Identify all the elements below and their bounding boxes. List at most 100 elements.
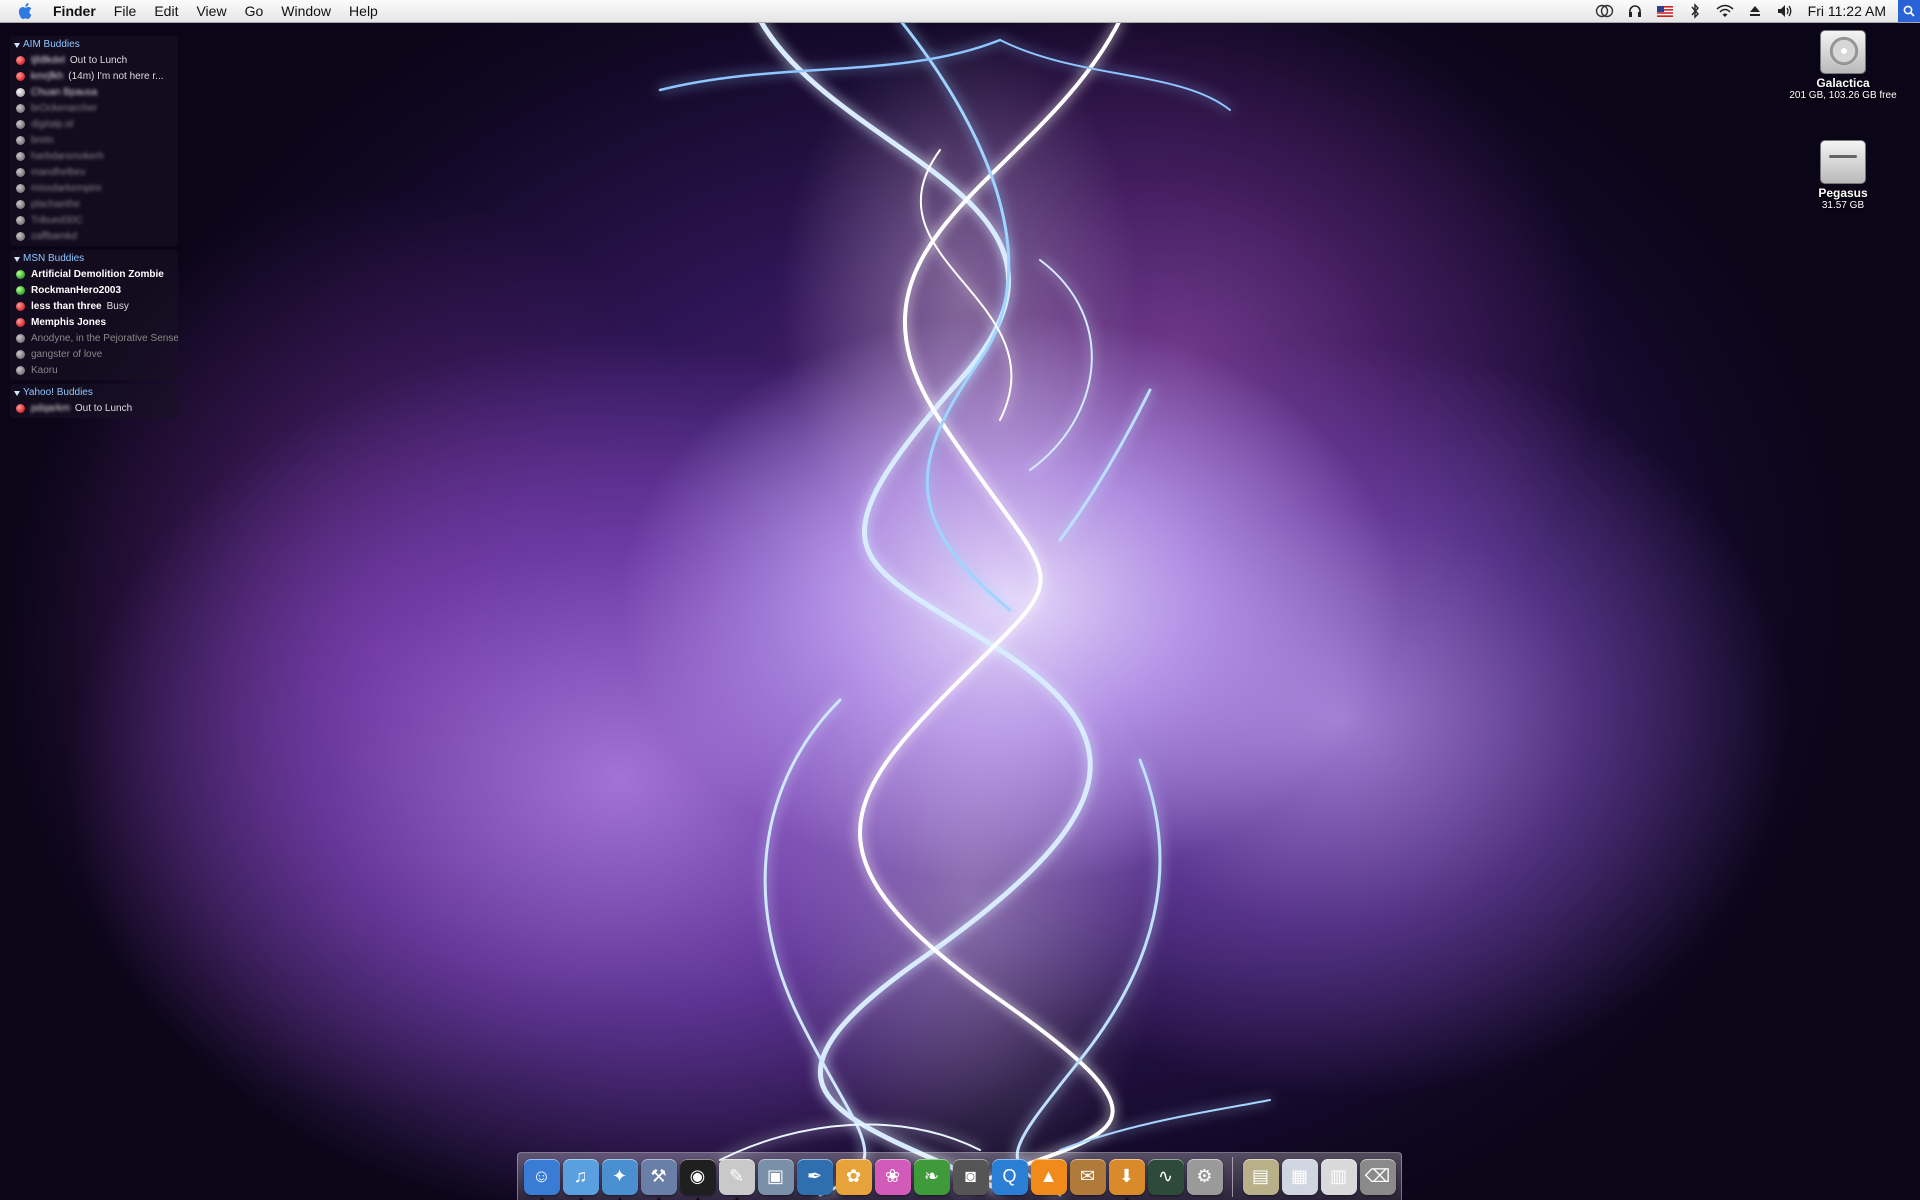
wifi-icon[interactable]	[1710, 0, 1740, 22]
hard-drive-icon[interactable]	[1820, 140, 1866, 184]
drive-name: Galactica	[1816, 76, 1870, 90]
disclosure-triangle-icon[interactable]	[14, 390, 20, 396]
status-dot-icon	[16, 135, 25, 145]
group-name: MSN Buddies	[23, 253, 85, 264]
hard-drive-icon[interactable]	[1820, 30, 1866, 74]
headphones-icon[interactable]	[1620, 0, 1650, 22]
safari-icon[interactable]: ✦	[601, 1158, 638, 1200]
trash-icon[interactable]: ⌫	[1359, 1158, 1396, 1195]
buddy-name: mandhelbev	[31, 166, 86, 178]
buddy-row[interactable]: mandhelbev	[10, 164, 178, 180]
itunes-icon[interactable]: ♫	[562, 1158, 599, 1200]
leaf-icon[interactable]: ❧	[913, 1158, 950, 1195]
status-dot-icon	[16, 183, 25, 193]
vlc-icon[interactable]: ▲	[1030, 1158, 1067, 1195]
menu-app-name[interactable]: Finder	[44, 0, 105, 22]
menu-edit[interactable]: Edit	[145, 0, 187, 22]
disclosure-triangle-icon[interactable]	[14, 42, 20, 48]
status-dot-icon	[16, 199, 25, 209]
textedit-icon[interactable]: ✎	[718, 1158, 755, 1200]
buddy-status-message: Out to Lunch	[69, 54, 128, 66]
buddy-row[interactable]: gangster of love	[10, 346, 178, 362]
buddy-row[interactable]: Memphis Jones	[10, 314, 178, 330]
status-dot-icon	[16, 103, 25, 113]
activity-monitor-icon[interactable]: ∿	[1147, 1158, 1184, 1195]
buddy-row[interactable]: tjfdlkdel Out to Lunch	[10, 52, 178, 68]
drive-pegasus[interactable]: Pegasus 31.57 GB	[1778, 140, 1908, 211]
buddy-row[interactable]: bretn	[10, 132, 178, 148]
buddy-group: AIM Buddies tjfdlkdel Out to Lunch kmrjfkh (…	[10, 36, 178, 246]
adium-icon[interactable]: ◉	[679, 1158, 716, 1200]
quill-icon[interactable]: ✒	[796, 1158, 833, 1195]
buddy-group: Yahoo! Buddies pdqarkm Out to Lunch	[10, 384, 178, 418]
status-dot-icon	[16, 333, 25, 343]
status-dot-icon	[16, 349, 25, 359]
menu-go[interactable]: Go	[236, 0, 273, 22]
status-dot-icon	[16, 55, 25, 65]
buddy-row[interactable]: brOckenarcher	[10, 100, 178, 116]
buddy-group-header[interactable]: MSN Buddies	[10, 252, 178, 266]
buddy-group: MSN Buddies Artificial Demolition Zombie R…	[10, 250, 178, 380]
menu-view[interactable]: View	[187, 0, 235, 22]
buddy-name: Chuan Bpausa	[31, 86, 98, 98]
buddy-row[interactable]: Chuan Bpausa	[10, 84, 178, 100]
buddy-status-message: Out to Lunch	[74, 402, 133, 414]
menu-file[interactable]: File	[105, 0, 146, 22]
buddy-row[interactable]: RockmanHero2003	[10, 282, 178, 298]
bluetooth-icon[interactable]	[1680, 0, 1710, 22]
status-dot-icon	[16, 167, 25, 177]
butterfly-icon[interactable]: ❀	[874, 1158, 911, 1195]
spotlight-search-icon[interactable]	[1898, 0, 1920, 22]
buddy-row[interactable]: Anodyne, in the Pejorative Sense	[10, 330, 178, 346]
preview-icon[interactable]: ▣	[757, 1158, 794, 1195]
buddy-row[interactable]: Tribued30C	[10, 212, 178, 228]
drive-name: Pegasus	[1818, 186, 1868, 200]
buddy-row[interactable]: kmrjfkh (14m) I'm not here r...	[10, 68, 178, 84]
xcode-icon[interactable]: ⚒	[640, 1158, 677, 1200]
buddy-name: RockmanHero2003	[31, 284, 122, 296]
drive-info: 201 GB, 103.26 GB free	[1789, 90, 1897, 101]
quicktime-icon[interactable]: Q	[991, 1158, 1028, 1195]
document-stack-icon[interactable]: ▥	[1320, 1158, 1357, 1195]
buddy-name: digitalp.id	[31, 118, 74, 130]
buddy-row[interactable]: zaffbamkd	[10, 228, 178, 244]
menu-clock[interactable]: Fri 11:22 AM	[1800, 3, 1898, 19]
buddy-row[interactable]: Artificial Demolition Zombie	[10, 266, 178, 282]
us-flag-icon[interactable]	[1650, 0, 1680, 22]
status-dot-icon	[16, 269, 25, 279]
menu-window[interactable]: Window	[272, 0, 340, 22]
buddy-row[interactable]: Kaoru	[10, 362, 178, 378]
buddy-row[interactable]: harbdarsmokerh	[10, 148, 178, 164]
buddy-name: plachaethe	[31, 198, 80, 210]
volume-icon[interactable]	[1770, 0, 1800, 22]
buddy-row[interactable]: plachaethe	[10, 196, 178, 212]
buddy-row[interactable]: digitalp.id	[10, 116, 178, 132]
camera-icon[interactable]: ◙	[952, 1158, 989, 1195]
disclosure-triangle-icon[interactable]	[14, 256, 20, 262]
apple-menu-icon[interactable]	[8, 0, 44, 22]
buddy-row[interactable]: less than three Busy	[10, 298, 178, 314]
transmission-icon[interactable]: ⬇	[1108, 1158, 1145, 1200]
status-dot-icon	[16, 87, 25, 97]
dictionary-icon[interactable]: ✉	[1069, 1158, 1106, 1195]
buddy-name: bretn	[31, 134, 54, 146]
status-dot-icon	[16, 151, 25, 161]
status-dot-icon	[16, 119, 25, 129]
status-dot-icon	[16, 231, 25, 241]
drive-galactica[interactable]: Galactica 201 GB, 103.26 GB free	[1778, 30, 1908, 101]
buddy-group-header[interactable]: AIM Buddies	[10, 38, 178, 52]
finder-icon[interactable]: ☺	[523, 1158, 560, 1200]
status-dot-icon	[16, 317, 25, 327]
iphoto-icon[interactable]: ✿	[835, 1158, 872, 1195]
image-stack-icon[interactable]: ▦	[1281, 1158, 1318, 1195]
buddy-row[interactable]: pdqarkm Out to Lunch	[10, 400, 178, 416]
system-prefs-icon[interactable]: ⚙	[1186, 1158, 1223, 1195]
buddy-group-header[interactable]: Yahoo! Buddies	[10, 386, 178, 400]
buddy-name: Artificial Demolition Zombie	[31, 268, 164, 280]
documents-folder-icon[interactable]: ▤	[1242, 1158, 1279, 1195]
eject-icon[interactable]	[1740, 0, 1770, 22]
menu-help[interactable]: Help	[340, 0, 387, 22]
dock-separator	[1232, 1156, 1233, 1197]
buddy-row[interactable]: missdarkempire	[10, 180, 178, 196]
timemachine-icon[interactable]	[1590, 0, 1620, 22]
